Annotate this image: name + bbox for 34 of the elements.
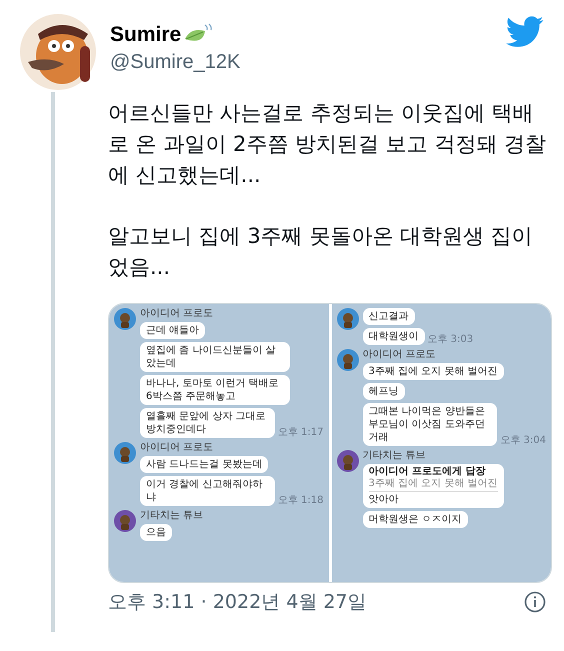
chat-bubble: 신고결과 <box>362 308 414 325</box>
sender-name: 아이디어 프로도 <box>140 308 214 319</box>
reply-text: 앗아아 <box>368 493 400 506</box>
author-handle[interactable]: @Sumire_12K <box>110 48 240 76</box>
info-icon[interactable] <box>524 591 546 613</box>
chat-bubble: 이거 경찰에 신고해줘야하냐 <box>140 476 275 506</box>
sender-name: 아이디어 프로도 <box>140 442 214 453</box>
chat-bubble: 옆집에 좀 나이드신분들이 살았는데 <box>140 342 290 372</box>
sender-name: 기타치는 튜브 <box>362 450 427 461</box>
message-time: 오후 1:18 <box>278 496 324 506</box>
author-name[interactable]: Sumire <box>110 22 182 48</box>
chat-bubble: 머학원생은 ㅇㅈ이지 <box>362 511 468 528</box>
message-time: 오후 3:03 <box>428 335 474 345</box>
chat-bubble: 그때본 나이먹은 양반들은 부모님이 이삿짐 도와주던거래 <box>362 403 498 446</box>
sender-name: 기타치는 튜브 <box>140 510 204 521</box>
tweet-text: 알고보니 집에 3주째 못돌아온 대학원생 집이었음... <box>108 223 534 281</box>
attached-image[interactable] <box>108 303 552 583</box>
chat-bubble: 헤프닝 <box>362 383 404 400</box>
chat-bubble: 바나나, 토마토 이런거 택배로 6박스쯤 주문해놓고 <box>140 375 290 405</box>
chat-bubble: 열흘째 문앞에 상자 그대로 방치중인데다 <box>140 408 275 438</box>
tweet-text: 어르신들만 사는걸로 추정되는 이웃집에 택배로 온 과일이 2주쯤 방치된걸 보고 걱정돼 경찰에 신고했는데... <box>108 100 548 189</box>
profile-avatar-icon[interactable] <box>18 12 98 92</box>
tweet-timestamp[interactable]: 오후 3:11 · 2022년 4월 27일 <box>108 589 524 615</box>
bird-logo-icon <box>506 16 544 48</box>
message-time: 오후 1:17 <box>278 428 324 438</box>
chat-bubble: 근데 얘들아 <box>140 322 206 339</box>
quoted-message: 3주째 집에 오지 못해 벌어진 <box>368 478 498 492</box>
message-time: 오후 3:04 <box>500 436 546 446</box>
chat-bubble: 으음 <box>140 524 172 541</box>
reply-target: 아이디어 프로도에게 답장 <box>368 466 486 478</box>
sender-name: 아이디어 프로도 <box>362 349 437 360</box>
chat-bubble: 사람 드나드는걸 못봤는데 <box>140 456 268 473</box>
chat-bubble: 대학원생이 <box>362 328 424 345</box>
chat-bubble: 3주째 집에 오지 못해 벌어진 <box>362 363 504 380</box>
